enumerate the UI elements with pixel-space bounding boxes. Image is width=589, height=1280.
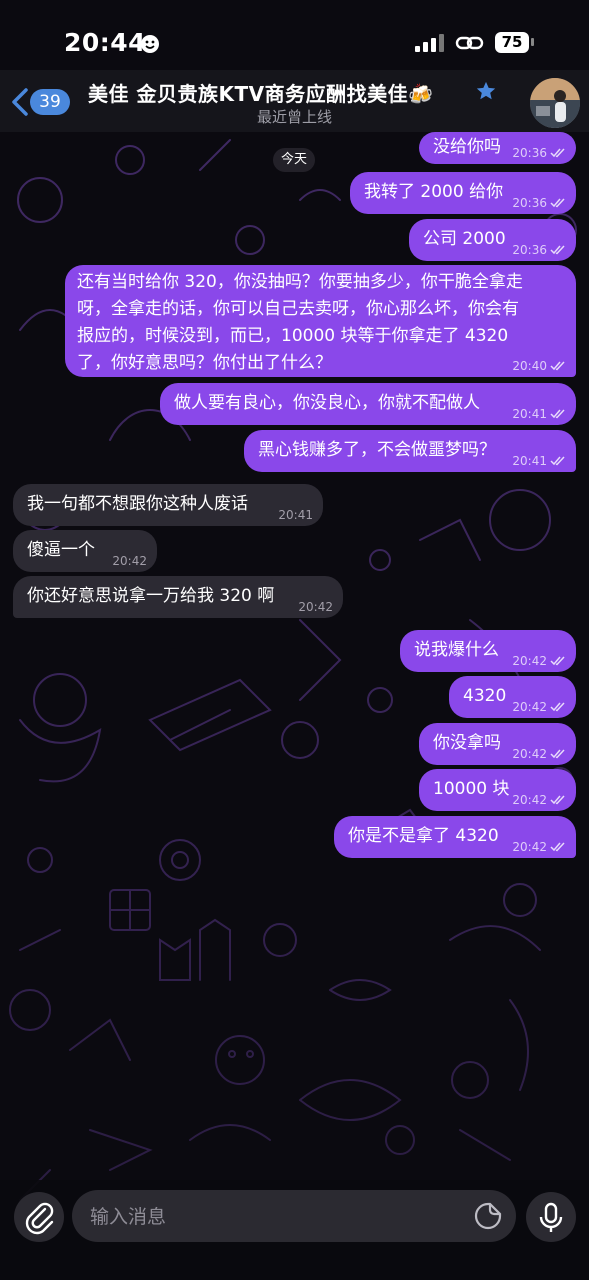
message-text: 说我爆什么 — [414, 640, 499, 660]
paperclip-icon — [25, 1202, 54, 1235]
link-icon — [455, 36, 484, 50]
chat-subtitle: 最近曾上线 — [256, 108, 332, 126]
chat-title[interactable]: 美佳 金贝贵族KTV商务应酬找美佳🍻 — [88, 78, 458, 107]
read-check-icon — [550, 456, 565, 466]
message-meta: 20:42 — [512, 654, 566, 668]
message-meta: 20:42 — [512, 700, 566, 714]
message-text: 你是不是拿了 4320 — [348, 826, 499, 846]
read-check-icon — [550, 795, 565, 805]
message-input[interactable] — [88, 1190, 462, 1244]
read-check-icon — [550, 245, 565, 255]
message-time: 20:36 — [512, 146, 547, 160]
message-meta: 20:41 — [278, 508, 313, 522]
outgoing-message[interactable]: 10000 块 20:42 — [419, 769, 576, 811]
outgoing-message[interactable]: 没给你吗 20:36 — [419, 132, 576, 164]
incoming-message[interactable]: 你还好意思说拿一万给我 320 啊 20:42 — [13, 576, 343, 618]
message-text: 我一句都不想跟你这种人废话 — [27, 494, 248, 514]
message-meta: 20:41 — [512, 454, 566, 468]
avatar[interactable] — [530, 78, 580, 128]
message-text: 4320 — [463, 686, 507, 706]
outgoing-message[interactable]: 我转了 2000 给你 20:36 — [350, 172, 576, 214]
outgoing-message[interactable]: 你是不是拿了 4320 20:42 — [334, 816, 576, 858]
message-time: 20:42 — [112, 554, 147, 568]
attach-button[interactable] — [14, 1192, 64, 1242]
message-meta: 20:36 — [512, 243, 566, 257]
outgoing-message[interactable]: 还有当时给你 320，你没抽吗？你要抽多少，你干脆全拿走 呀，全拿走的话，你可以… — [65, 265, 576, 377]
message-text: 你没拿吗 — [433, 733, 501, 753]
message-text: 还有当时给你 320，你没抽吗？你要抽多少，你干脆全拿走 呀，全拿走的话，你可以… — [77, 272, 523, 373]
message-meta: 20:36 — [512, 196, 566, 210]
battery-cap — [531, 38, 534, 46]
chat-header: 39 美佳 金贝贵族KTV商务应酬找美佳🍻 最近曾上线 — [0, 70, 589, 132]
read-check-icon — [550, 656, 565, 666]
microphone-icon — [539, 1202, 563, 1232]
outgoing-message[interactable]: 你没拿吗 20:42 — [419, 723, 576, 765]
message-meta: 20:42 — [298, 600, 333, 614]
read-check-icon — [550, 361, 565, 371]
message-time: 20:40 — [512, 359, 547, 373]
read-check-icon — [550, 749, 565, 759]
message-text: 我转了 2000 给你 — [364, 182, 504, 202]
message-meta: 20:40 — [512, 359, 566, 373]
message-input-box[interactable] — [72, 1190, 516, 1244]
message-time: 20:42 — [512, 654, 547, 668]
message-time: 20:36 — [512, 243, 547, 257]
message-time: 20:42 — [512, 747, 547, 761]
message-time: 20:42 — [512, 700, 547, 714]
status-bar: 20:44 75 — [0, 0, 589, 78]
composer-bar — [0, 1180, 589, 1280]
message-text: 10000 块 — [433, 779, 510, 799]
message-time: 20:42 — [298, 600, 333, 614]
date-separator: 今天 — [273, 148, 315, 172]
message-time: 20:41 — [278, 508, 313, 522]
message-text: 没给你吗 — [433, 137, 501, 157]
avatar-photo — [530, 78, 580, 128]
outgoing-message[interactable]: 公司 2000 20:36 — [409, 219, 576, 261]
smiley-icon — [141, 35, 159, 53]
outgoing-message[interactable]: 4320 20:42 — [449, 676, 576, 718]
message-time: 20:42 — [512, 793, 547, 807]
message-text: 黑心钱赚多了，不会做噩梦吗？ — [258, 440, 496, 460]
star-icon — [476, 81, 496, 100]
outgoing-message[interactable]: 做人要有良心，你没良心，你就不配做人 20:41 — [160, 383, 576, 425]
incoming-message[interactable]: 我一句都不想跟你这种人废话 20:41 — [13, 484, 323, 526]
message-text: 公司 2000 — [423, 229, 506, 249]
message-meta: 20:42 — [512, 840, 566, 854]
message-time: 20:41 — [512, 454, 547, 468]
message-text: 傻逼一个 — [27, 540, 95, 560]
voice-record-button[interactable] — [526, 1192, 576, 1242]
read-check-icon — [550, 148, 565, 158]
message-meta: 20:36 — [512, 146, 566, 160]
outgoing-message[interactable]: 说我爆什么 20:42 — [400, 630, 576, 672]
read-check-icon — [550, 842, 565, 852]
message-time: 20:41 — [512, 407, 547, 421]
read-check-icon — [550, 702, 565, 712]
cellular-signal-icon — [415, 34, 444, 52]
message-text: 你还好意思说拿一万给我 320 啊 — [27, 586, 275, 606]
outgoing-message[interactable]: 黑心钱赚多了，不会做噩梦吗？ 20:41 — [244, 430, 576, 472]
battery-indicator: 75 — [495, 32, 529, 53]
read-check-icon — [550, 198, 565, 208]
read-check-icon — [550, 409, 565, 419]
message-text: 做人要有良心，你没良心，你就不配做人 — [174, 393, 480, 413]
incoming-message[interactable]: 傻逼一个 20:42 — [13, 530, 157, 572]
message-time: 20:42 — [512, 840, 547, 854]
message-meta: 20:42 — [512, 747, 566, 761]
sticker-icon[interactable] — [474, 1202, 502, 1230]
battery-level: 75 — [501, 33, 523, 51]
message-time: 20:36 — [512, 196, 547, 210]
message-meta: 20:42 — [112, 554, 147, 568]
message-meta: 20:41 — [512, 407, 566, 421]
message-meta: 20:42 — [512, 793, 566, 807]
status-time: 20:44 — [64, 28, 147, 57]
